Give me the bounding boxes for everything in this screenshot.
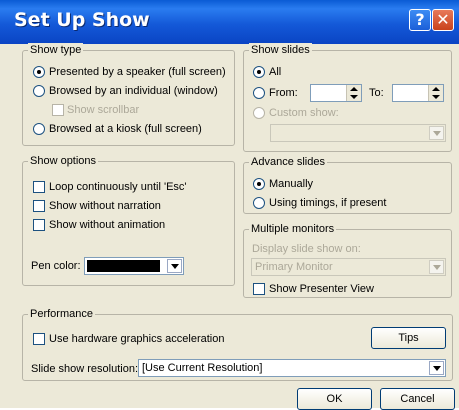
radio-all-slides-label: All [269,66,282,78]
presenter-view-checkbox[interactable] [253,283,265,295]
radio-browsed-at-kiosk-label: Browsed at a kiosk (full screen) [49,123,202,135]
no-animation-checkbox[interactable] [33,219,45,231]
resolution-label: Slide show resolution: [31,363,139,375]
show-slides-label: Show slides [249,43,312,57]
set-up-show-dialog: Set Up Show ? ✕ Show type Presented by a… [0,0,459,410]
radio-all-slides[interactable] [253,66,265,78]
radio-manually[interactable] [253,178,265,190]
to-spinner[interactable] [392,84,444,102]
chevron-down-icon[interactable] [429,260,444,274]
spin-up-icon [350,87,358,91]
show-type-label: Show type [28,43,84,57]
pen-color-label: Pen color: [31,260,81,272]
show-scrollbar-label: Show scrollbar [67,104,140,116]
radio-browsed-by-individual[interactable] [33,85,45,97]
display-on-label: Display slide show on: [252,243,361,255]
spin-down-icon [432,95,440,99]
radio-using-timings[interactable] [253,197,265,209]
ok-button[interactable]: OK [297,388,372,410]
pen-color-swatch [87,260,160,272]
to-label: To: [369,87,384,99]
from-spinner-buttons[interactable] [346,85,361,101]
show-options-label: Show options [28,154,99,168]
radio-presented-by-speaker-label: Presented by a speaker (full screen) [49,66,226,78]
radio-presented-by-speaker[interactable] [33,66,45,78]
resolution-dropdown[interactable]: [Use Current Resolution] [138,359,446,377]
presenter-view-label: Show Presenter View [269,283,374,295]
hw-accel-checkbox[interactable] [33,333,45,345]
hw-accel-label: Use hardware graphics acceleration [49,333,225,345]
no-narration-label: Show without narration [49,200,161,212]
custom-show-label: Custom show: [269,107,339,119]
advance-slides-label: Advance slides [249,155,327,169]
radio-browsed-at-kiosk[interactable] [33,123,45,135]
radio-browsed-by-individual-label: Browsed by an individual (window) [49,85,218,97]
from-spinner[interactable] [310,84,362,102]
performance-label: Performance [28,307,95,321]
radio-using-timings-label: Using timings, if present [269,197,387,209]
no-narration-checkbox[interactable] [33,200,45,212]
chevron-down-icon[interactable] [167,259,182,273]
cancel-button[interactable]: Cancel [380,388,455,410]
radio-custom-show[interactable] [253,107,265,119]
chevron-down-icon[interactable] [429,126,444,140]
display-monitor-value: Primary Monitor [255,261,333,273]
display-monitor-dropdown[interactable]: Primary Monitor [251,258,446,276]
no-animation-label: Show without animation [49,219,166,231]
from-label: From: [269,87,298,99]
chevron-down-icon[interactable] [429,361,444,375]
spin-up-icon [432,87,440,91]
tips-button[interactable]: Tips [371,327,446,349]
dialog-title: Set Up Show [14,9,150,31]
multiple-monitors-label: Multiple monitors [249,222,337,236]
help-button[interactable]: ? [409,9,431,31]
loop-label: Loop continuously until 'Esc' [49,181,187,193]
close-button[interactable]: ✕ [432,9,454,31]
radio-manually-label: Manually [269,178,314,190]
pen-color-picker[interactable] [84,257,184,275]
spin-down-icon [350,95,358,99]
to-spinner-buttons[interactable] [428,85,443,101]
show-scrollbar-checkbox[interactable] [52,104,64,116]
custom-show-dropdown[interactable] [270,124,446,142]
radio-from-slides[interactable] [253,87,265,99]
resolution-value: [Use Current Resolution] [142,362,263,374]
title-bar[interactable]: Set Up Show ? ✕ [0,0,459,44]
loop-checkbox[interactable] [33,181,45,193]
